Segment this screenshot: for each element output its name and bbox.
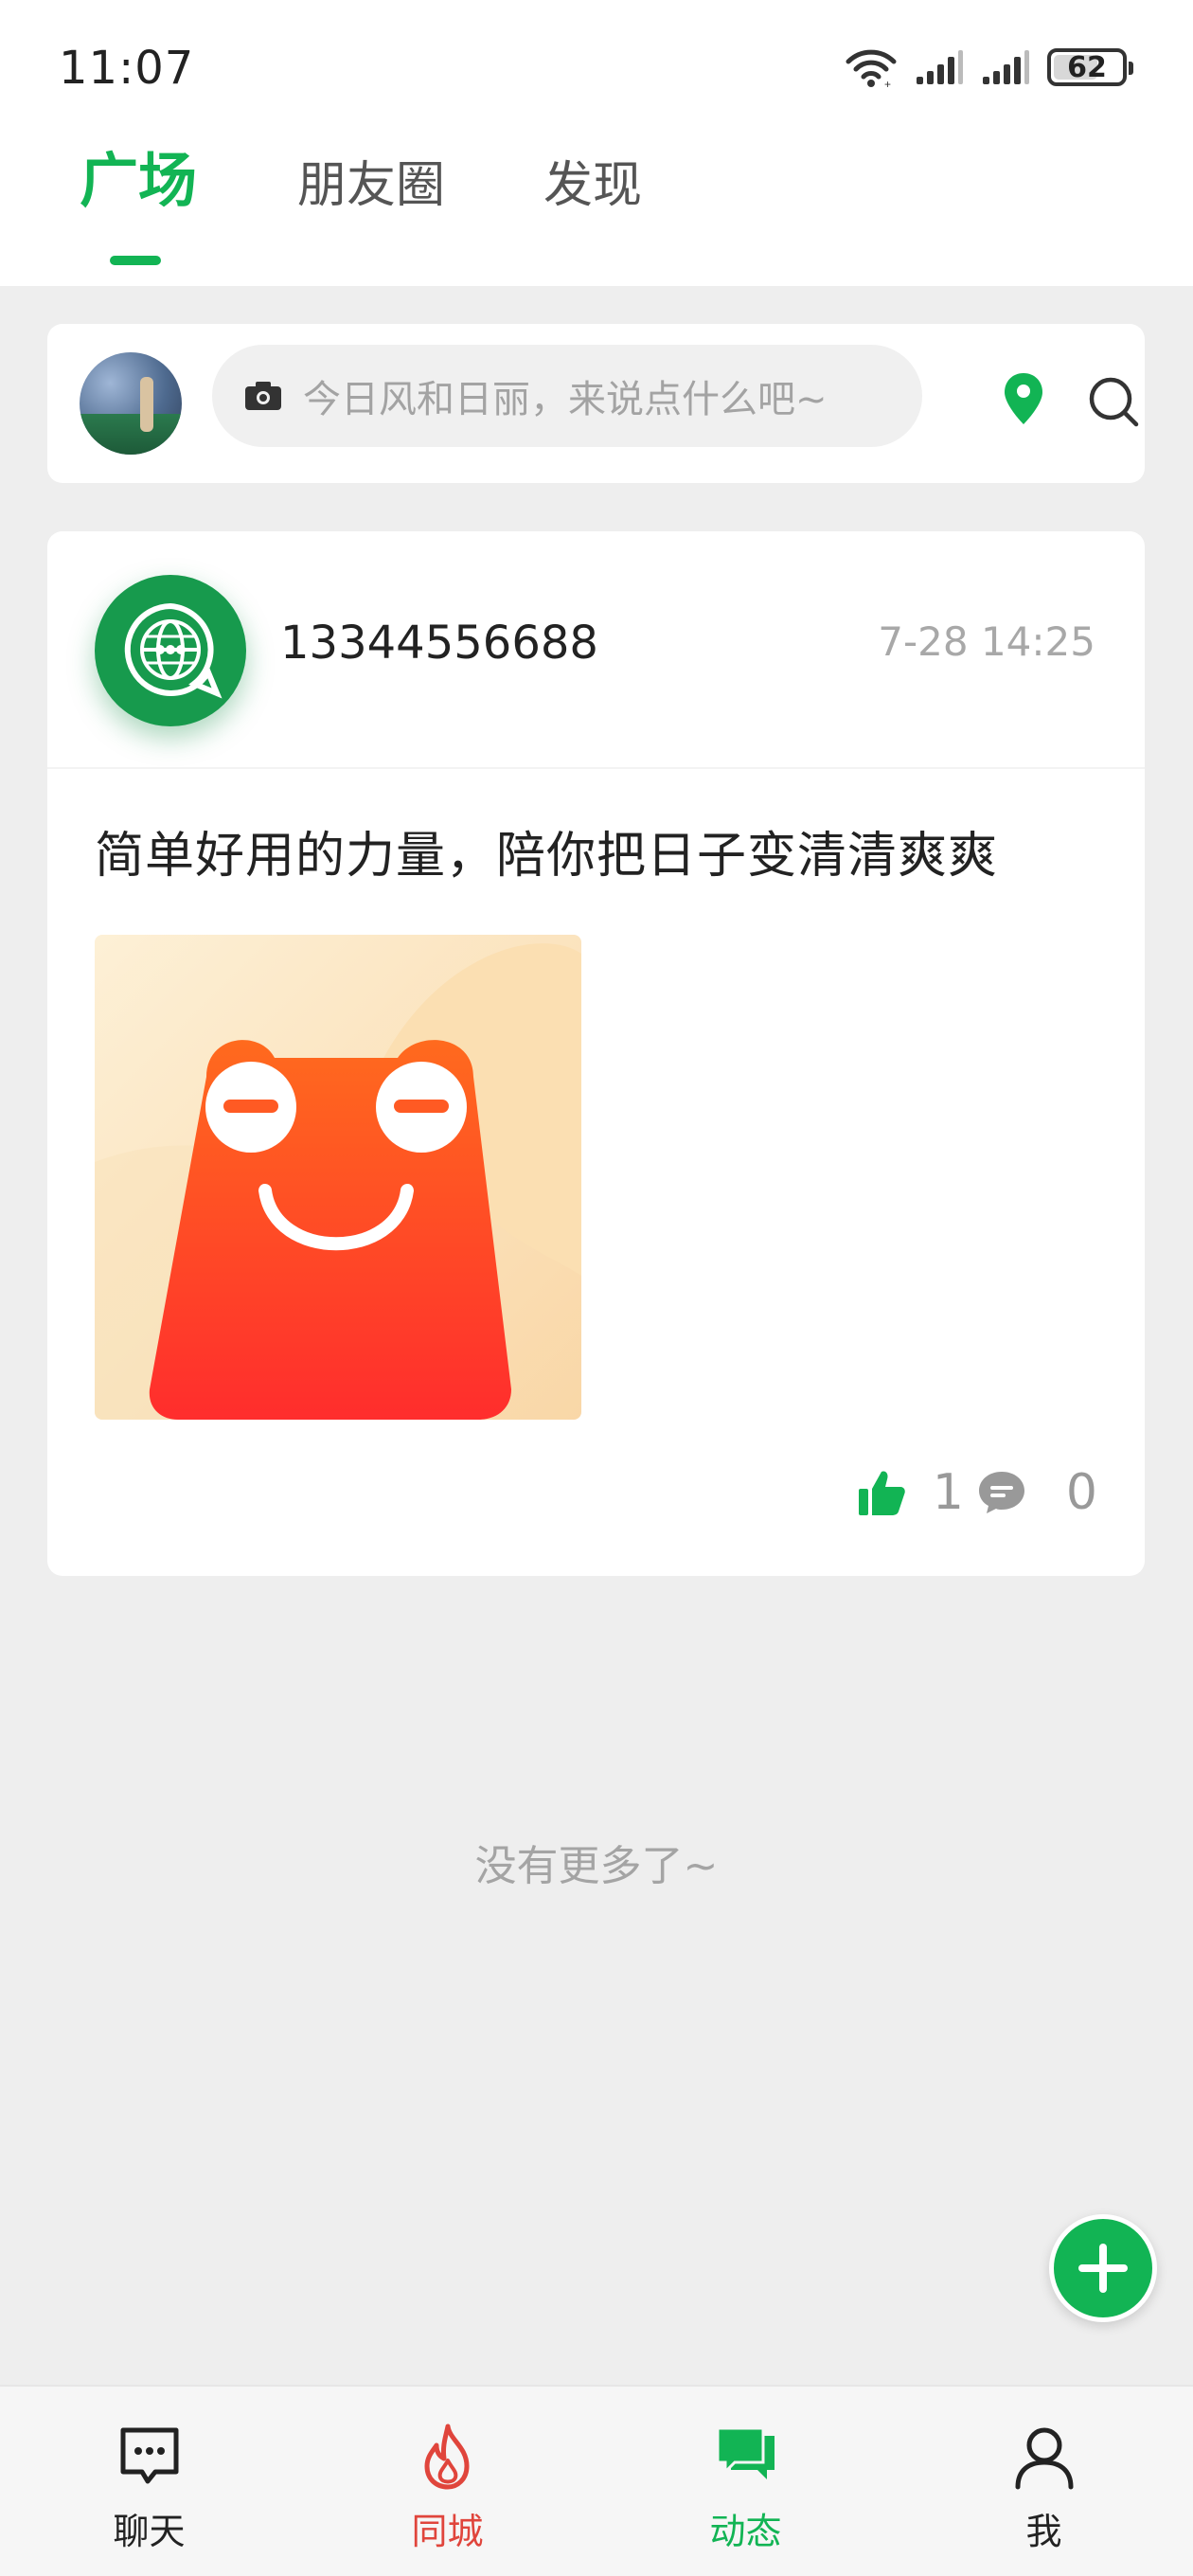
like-count: 1: [932, 1464, 964, 1521]
nav-chat[interactable]: 聊天: [0, 2387, 298, 2576]
nav-city[interactable]: 同城: [298, 2387, 596, 2576]
signal-2-icon: [983, 50, 1029, 84]
search-icon[interactable]: [1087, 375, 1140, 428]
post-input[interactable]: 今日风和日丽，来说点什么吧~: [212, 345, 922, 447]
location-pin-icon[interactable]: [1002, 371, 1045, 426]
thumbs-up-icon[interactable]: [857, 1468, 906, 1517]
post-text: 简单好用的力量，陪你把日子变清清爽爽: [95, 828, 999, 885]
comment-icon[interactable]: [977, 1470, 1026, 1515]
post-author-avatar[interactable]: [95, 575, 246, 726]
tab-moments[interactable]: 朋友圈: [297, 161, 445, 210]
status-time: 11:07: [59, 42, 195, 95]
nav-me-label: 我: [1025, 2511, 1062, 2552]
user-avatar[interactable]: [80, 352, 182, 455]
camera-icon: [245, 382, 281, 410]
svg-text:+: +: [884, 78, 891, 88]
feed-end-text: 没有更多了~: [474, 1842, 719, 1890]
nav-me[interactable]: 我: [895, 2387, 1193, 2576]
post-input-placeholder: 今日风和日丽，来说点什么吧~: [303, 378, 828, 421]
flame-icon: [424, 2424, 469, 2490]
battery-icon: 62: [1047, 48, 1133, 86]
signal-1-icon: [917, 50, 963, 84]
post-actions: 1 0: [857, 1464, 1097, 1521]
post-username[interactable]: 13344556688: [280, 617, 598, 670]
card-divider: [47, 767, 1145, 769]
post-composer: 今日风和日丽，来说点什么吧~: [47, 324, 1145, 483]
nav-moments[interactable]: 动态: [596, 2387, 895, 2576]
battery-level: 62: [1067, 50, 1107, 84]
add-post-button[interactable]: [1049, 2214, 1157, 2322]
bottom-nav: 聊天 同城 动态 我: [0, 2385, 1193, 2576]
chat-bubble-icon: [120, 2427, 178, 2484]
status-icons: + 62: [845, 44, 1133, 91]
globe-chat-icon: [124, 602, 223, 699]
moments-icon: [716, 2426, 775, 2479]
header-area: 11:07 + 62 广场 朋友圈 发现: [0, 0, 1193, 286]
top-tabs: 广场 朋友圈 发现: [80, 152, 740, 211]
nav-moments-label: 动态: [709, 2511, 782, 2552]
comment-count: 0: [1065, 1464, 1097, 1521]
plus-icon: [1078, 2244, 1128, 2293]
person-icon: [1015, 2427, 1073, 2490]
post-time: 7-28 14:25: [878, 618, 1095, 665]
tab-square[interactable]: 广场: [80, 152, 197, 210]
nav-city-label: 同城: [411, 2511, 484, 2552]
nav-chat-label: 聊天: [113, 2511, 186, 2552]
tab-discover[interactable]: 发现: [543, 161, 642, 210]
wifi-icon: +: [846, 49, 897, 88]
feed-card[interactable]: 13344556688 7-28 14:25 简单好用的力量，陪你把日子变清清爽…: [47, 531, 1145, 1576]
frog-mascot-image: [95, 935, 581, 1420]
post-image[interactable]: [95, 935, 581, 1420]
tab-active-indicator: [110, 256, 161, 265]
